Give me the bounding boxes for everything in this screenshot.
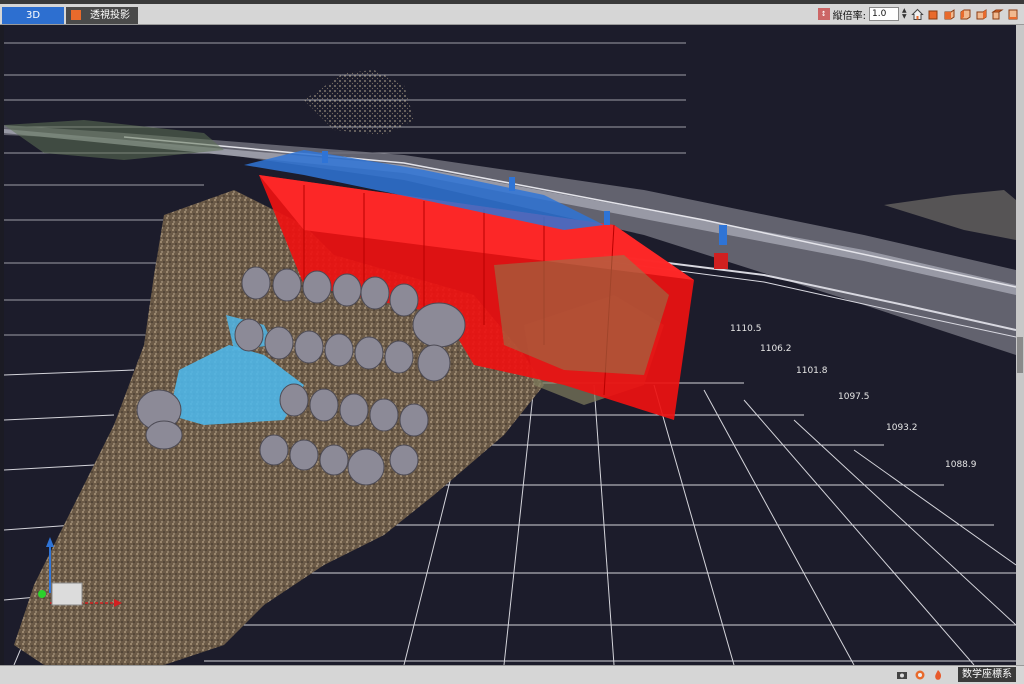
view-top-icon[interactable] — [991, 8, 1004, 21]
view-back-icon[interactable] — [943, 8, 956, 21]
tab-3d[interactable]: 3D — [2, 7, 64, 24]
3d-viewport[interactable]: 1110.5 1106.2 1101.8 1097.5 1093.2 1088.… — [4, 25, 1016, 665]
fire-icon[interactable] — [932, 669, 944, 681]
view-front-icon[interactable] — [927, 8, 940, 21]
elevation-label: 1110.5 — [730, 324, 762, 334]
cube-icon — [71, 10, 81, 20]
status-bar: 数学座標系 — [0, 665, 1024, 684]
scrollbar-thumb[interactable] — [1017, 337, 1023, 373]
spinner-arrows-icon[interactable]: ▲ ▼ — [902, 8, 908, 20]
coordinate-system-button[interactable]: 数学座標系 — [958, 667, 1016, 682]
point-cloud-scene — [4, 42, 1016, 665]
vertical-scrollbar[interactable] — [1016, 25, 1024, 665]
elevation-label: 1106.2 — [760, 344, 792, 354]
tab-perspective[interactable]: 透視投影 — [66, 7, 138, 24]
elevation-label: 1088.9 — [945, 460, 977, 470]
view-bottom-icon[interactable] — [1007, 8, 1020, 21]
home-icon[interactable] — [911, 8, 924, 21]
elevation-label: 1097.5 — [838, 392, 870, 402]
vertical-scale-icon: ↕ — [817, 8, 830, 20]
vertical-exaggeration-input[interactable]: 1.0 — [869, 7, 899, 21]
settings-icon[interactable] — [914, 669, 926, 681]
elevation-label: 1093.2 — [886, 423, 918, 433]
view-right-icon[interactable] — [975, 8, 988, 21]
vertical-exaggeration-label: 縦倍率: — [832, 10, 866, 22]
camera-icon[interactable] — [896, 669, 908, 681]
view-toolbar: ↕ 縦倍率: 1.0 ▲ ▼ — [817, 6, 1020, 22]
view-tab-bar: 3D 透視投影 ↕ 縦倍率: 1.0 ▲ ▼ — [0, 4, 1024, 25]
elevation-label: 1101.8 — [796, 366, 828, 376]
view-left-icon[interactable] — [959, 8, 972, 21]
tab-perspective-label: 透視投影 — [90, 10, 130, 21]
